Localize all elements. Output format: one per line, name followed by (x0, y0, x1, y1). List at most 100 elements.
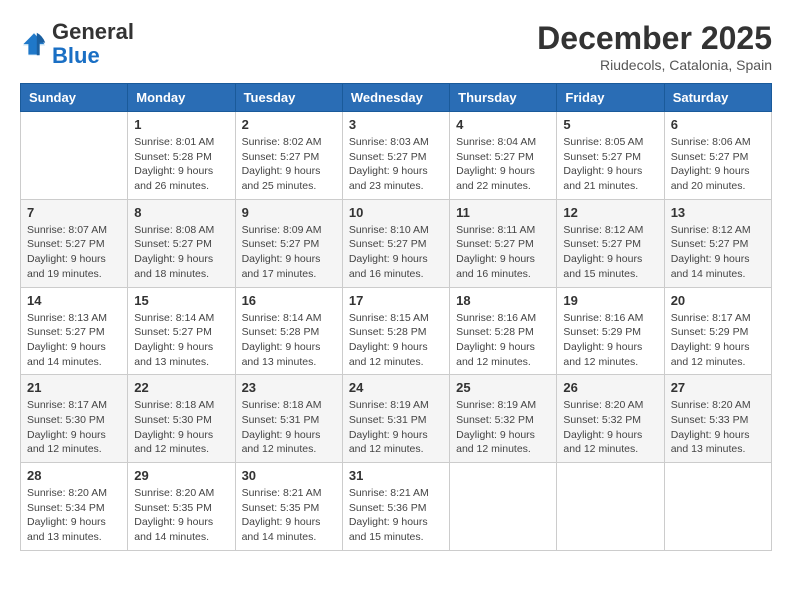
calendar-week-row: 14 Sunrise: 8:13 AMSunset: 5:27 PMDayligh… (21, 287, 772, 375)
day-number: 1 (134, 117, 228, 132)
day-number: 15 (134, 293, 228, 308)
calendar-cell: 25 Sunrise: 8:19 AMSunset: 5:32 PMDayligh… (450, 375, 557, 463)
location: Riudecols, Catalonia, Spain (537, 57, 772, 73)
day-info: Sunrise: 8:02 AMSunset: 5:27 PMDaylight:… (242, 135, 336, 194)
day-number: 19 (563, 293, 657, 308)
day-info: Sunrise: 8:16 AMSunset: 5:29 PMDaylight:… (563, 311, 657, 370)
calendar-cell: 27 Sunrise: 8:20 AMSunset: 5:33 PMDayligh… (664, 375, 771, 463)
day-info: Sunrise: 8:12 AMSunset: 5:27 PMDaylight:… (671, 223, 765, 282)
title-block: December 2025 Riudecols, Catalonia, Spai… (537, 20, 772, 73)
calendar-cell (557, 463, 664, 551)
col-tuesday: Tuesday (235, 84, 342, 112)
day-info: Sunrise: 8:16 AMSunset: 5:28 PMDaylight:… (456, 311, 550, 370)
col-sunday: Sunday (21, 84, 128, 112)
day-number: 20 (671, 293, 765, 308)
day-info: Sunrise: 8:19 AMSunset: 5:31 PMDaylight:… (349, 398, 443, 457)
main-container: General Blue December 2025 Riudecols, Ca… (20, 20, 772, 551)
calendar-week-row: 21 Sunrise: 8:17 AMSunset: 5:30 PMDayligh… (21, 375, 772, 463)
day-number: 30 (242, 468, 336, 483)
day-number: 2 (242, 117, 336, 132)
day-info: Sunrise: 8:03 AMSunset: 5:27 PMDaylight:… (349, 135, 443, 194)
day-info: Sunrise: 8:13 AMSunset: 5:27 PMDaylight:… (27, 311, 121, 370)
day-info: Sunrise: 8:21 AMSunset: 5:35 PMDaylight:… (242, 486, 336, 545)
day-number: 14 (27, 293, 121, 308)
calendar-cell: 22 Sunrise: 8:18 AMSunset: 5:30 PMDayligh… (128, 375, 235, 463)
col-saturday: Saturday (664, 84, 771, 112)
day-number: 10 (349, 205, 443, 220)
calendar-cell: 31 Sunrise: 8:21 AMSunset: 5:36 PMDayligh… (342, 463, 449, 551)
day-info: Sunrise: 8:17 AMSunset: 5:29 PMDaylight:… (671, 311, 765, 370)
day-number: 21 (27, 380, 121, 395)
day-info: Sunrise: 8:21 AMSunset: 5:36 PMDaylight:… (349, 486, 443, 545)
calendar-cell (664, 463, 771, 551)
col-wednesday: Wednesday (342, 84, 449, 112)
calendar-cell: 21 Sunrise: 8:17 AMSunset: 5:30 PMDayligh… (21, 375, 128, 463)
calendar-cell: 30 Sunrise: 8:21 AMSunset: 5:35 PMDayligh… (235, 463, 342, 551)
day-info: Sunrise: 8:09 AMSunset: 5:27 PMDaylight:… (242, 223, 336, 282)
day-info: Sunrise: 8:01 AMSunset: 5:28 PMDaylight:… (134, 135, 228, 194)
header: General Blue December 2025 Riudecols, Ca… (20, 20, 772, 73)
day-number: 22 (134, 380, 228, 395)
calendar-cell: 2 Sunrise: 8:02 AMSunset: 5:27 PMDaylight… (235, 112, 342, 200)
calendar-cell: 26Sunrise: 8:20 AMSunset: 5:32 PMDayligh… (557, 375, 664, 463)
day-info: Sunrise: 8:14 AMSunset: 5:27 PMDaylight:… (134, 311, 228, 370)
day-info: Sunrise: 8:14 AMSunset: 5:28 PMDaylight:… (242, 311, 336, 370)
calendar-table: Sunday Monday Tuesday Wednesday Thursday… (20, 83, 772, 551)
day-info: Sunrise: 8:07 AMSunset: 5:27 PMDaylight:… (27, 223, 121, 282)
calendar-cell: 3 Sunrise: 8:03 AMSunset: 5:27 PMDaylight… (342, 112, 449, 200)
day-info: Sunrise: 8:06 AMSunset: 5:27 PMDaylight:… (671, 135, 765, 194)
calendar-cell: 8Sunrise: 8:08 AMSunset: 5:27 PMDaylight… (128, 199, 235, 287)
day-number: 25 (456, 380, 550, 395)
day-info: Sunrise: 8:17 AMSunset: 5:30 PMDaylight:… (27, 398, 121, 457)
day-number: 17 (349, 293, 443, 308)
day-number: 7 (27, 205, 121, 220)
day-number: 28 (27, 468, 121, 483)
calendar-cell: 20 Sunrise: 8:17 AMSunset: 5:29 PMDayligh… (664, 287, 771, 375)
day-info: Sunrise: 8:05 AMSunset: 5:27 PMDaylight:… (563, 135, 657, 194)
calendar-header-row: Sunday Monday Tuesday Wednesday Thursday… (21, 84, 772, 112)
day-info: Sunrise: 8:20 AMSunset: 5:35 PMDaylight:… (134, 486, 228, 545)
day-number: 6 (671, 117, 765, 132)
logo: General Blue (20, 20, 134, 68)
day-number: 16 (242, 293, 336, 308)
day-info: Sunrise: 8:12 AMSunset: 5:27 PMDaylight:… (563, 223, 657, 282)
calendar-cell: 14 Sunrise: 8:13 AMSunset: 5:27 PMDayligh… (21, 287, 128, 375)
calendar-cell: 16 Sunrise: 8:14 AMSunset: 5:28 PMDayligh… (235, 287, 342, 375)
day-info: Sunrise: 8:19 AMSunset: 5:32 PMDaylight:… (456, 398, 550, 457)
day-info: Sunrise: 8:10 AMSunset: 5:27 PMDaylight:… (349, 223, 443, 282)
col-friday: Friday (557, 84, 664, 112)
day-number: 23 (242, 380, 336, 395)
calendar-cell: 7 Sunrise: 8:07 AMSunset: 5:27 PMDaylight… (21, 199, 128, 287)
day-number: 29 (134, 468, 228, 483)
calendar-cell: 23 Sunrise: 8:18 AMSunset: 5:31 PMDayligh… (235, 375, 342, 463)
calendar-cell: 13Sunrise: 8:12 AMSunset: 5:27 PMDayligh… (664, 199, 771, 287)
calendar-cell: 29 Sunrise: 8:20 AMSunset: 5:35 PMDayligh… (128, 463, 235, 551)
calendar-cell: 4Sunrise: 8:04 AMSunset: 5:27 PMDaylight… (450, 112, 557, 200)
day-number: 5 (563, 117, 657, 132)
day-number: 31 (349, 468, 443, 483)
calendar-cell (21, 112, 128, 200)
calendar-cell: 11Sunrise: 8:11 AMSunset: 5:27 PMDayligh… (450, 199, 557, 287)
day-number: 9 (242, 205, 336, 220)
day-info: Sunrise: 8:18 AMSunset: 5:30 PMDaylight:… (134, 398, 228, 457)
day-info: Sunrise: 8:18 AMSunset: 5:31 PMDaylight:… (242, 398, 336, 457)
day-number: 4 (456, 117, 550, 132)
day-number: 11 (456, 205, 550, 220)
calendar-cell: 1 Sunrise: 8:01 AMSunset: 5:28 PMDaylight… (128, 112, 235, 200)
calendar-week-row: 1 Sunrise: 8:01 AMSunset: 5:28 PMDaylight… (21, 112, 772, 200)
calendar-cell: 9 Sunrise: 8:09 AMSunset: 5:27 PMDaylight… (235, 199, 342, 287)
col-monday: Monday (128, 84, 235, 112)
logo-blue: Blue (52, 43, 100, 68)
calendar-cell: 15 Sunrise: 8:14 AMSunset: 5:27 PMDayligh… (128, 287, 235, 375)
day-number: 26 (563, 380, 657, 395)
day-number: 3 (349, 117, 443, 132)
day-number: 27 (671, 380, 765, 395)
calendar-cell: 10 Sunrise: 8:10 AMSunset: 5:27 PMDayligh… (342, 199, 449, 287)
calendar-cell: 24Sunrise: 8:19 AMSunset: 5:31 PMDayligh… (342, 375, 449, 463)
calendar-cell: 6 Sunrise: 8:06 AMSunset: 5:27 PMDaylight… (664, 112, 771, 200)
day-number: 18 (456, 293, 550, 308)
day-number: 12 (563, 205, 657, 220)
logo-icon (20, 30, 48, 58)
day-info: Sunrise: 8:20 AMSunset: 5:33 PMDaylight:… (671, 398, 765, 457)
logo-general: General (52, 19, 134, 44)
